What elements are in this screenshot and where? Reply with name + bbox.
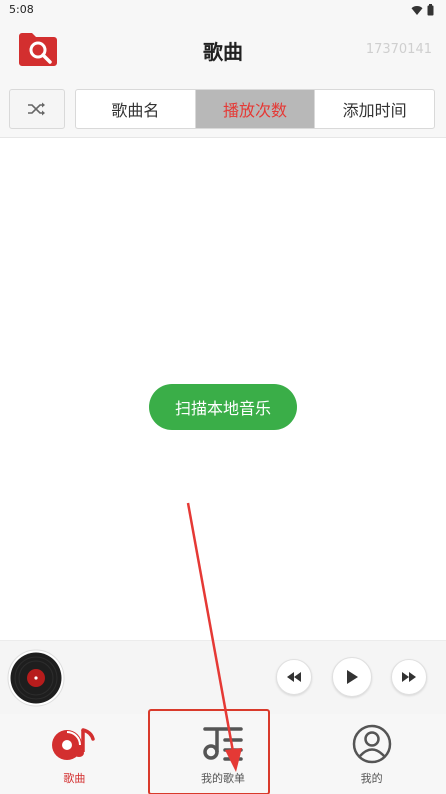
profile-icon — [352, 724, 391, 764]
previous-button[interactable] — [276, 659, 312, 695]
rewind-icon — [287, 672, 301, 682]
scan-local-music-button[interactable]: 扫描本地音乐 — [149, 384, 297, 430]
next-button[interactable] — [391, 659, 427, 695]
wifi-icon — [411, 6, 423, 15]
fast-forward-icon — [402, 672, 416, 682]
nav-item-my-playlists[interactable]: 我的歌单 — [149, 714, 298, 794]
status-icons — [411, 4, 434, 16]
user-id: 17370141 — [365, 42, 432, 57]
status-time: 5:08 — [9, 3, 34, 16]
nav-item-me[interactable]: 我的 — [297, 714, 446, 794]
playlist-icon — [203, 727, 243, 761]
nav-label-my-playlists: 我的歌单 — [200, 772, 245, 785]
tab-play-count[interactable]: 播放次数 — [195, 90, 316, 128]
nav-label-me: 我的 — [360, 772, 383, 785]
battery-icon — [427, 4, 434, 16]
play-button[interactable] — [332, 657, 372, 697]
header: 歌曲 17370141 — [0, 20, 446, 80]
sort-bar: 歌曲名 播放次数 添加时间 — [0, 80, 446, 138]
shuffle-icon — [28, 102, 45, 116]
nav-item-songs[interactable]: 歌曲 — [0, 714, 149, 794]
play-icon — [347, 670, 358, 684]
bottom-nav: 歌曲 我的歌单 我的 — [0, 714, 446, 794]
nav-label-songs: 歌曲 — [63, 772, 86, 785]
song-disc-icon — [52, 728, 96, 760]
player-bar — [0, 640, 446, 714]
tab-song-name[interactable]: 歌曲名 — [76, 90, 196, 128]
sort-tabs: 歌曲名 播放次数 添加时间 — [75, 89, 435, 129]
vinyl-record-icon[interactable] — [7, 649, 65, 707]
song-list-area: 扫描本地音乐 — [0, 139, 446, 640]
tab-date-added[interactable]: 添加时间 — [315, 90, 434, 128]
music-app: 5:08 歌曲 17370141 歌曲名 播放次数 添加时间 扫描本地音乐 歌曲… — [0, 0, 446, 794]
status-bar: 5:08 — [0, 0, 446, 20]
shuffle-button[interactable] — [9, 89, 65, 129]
